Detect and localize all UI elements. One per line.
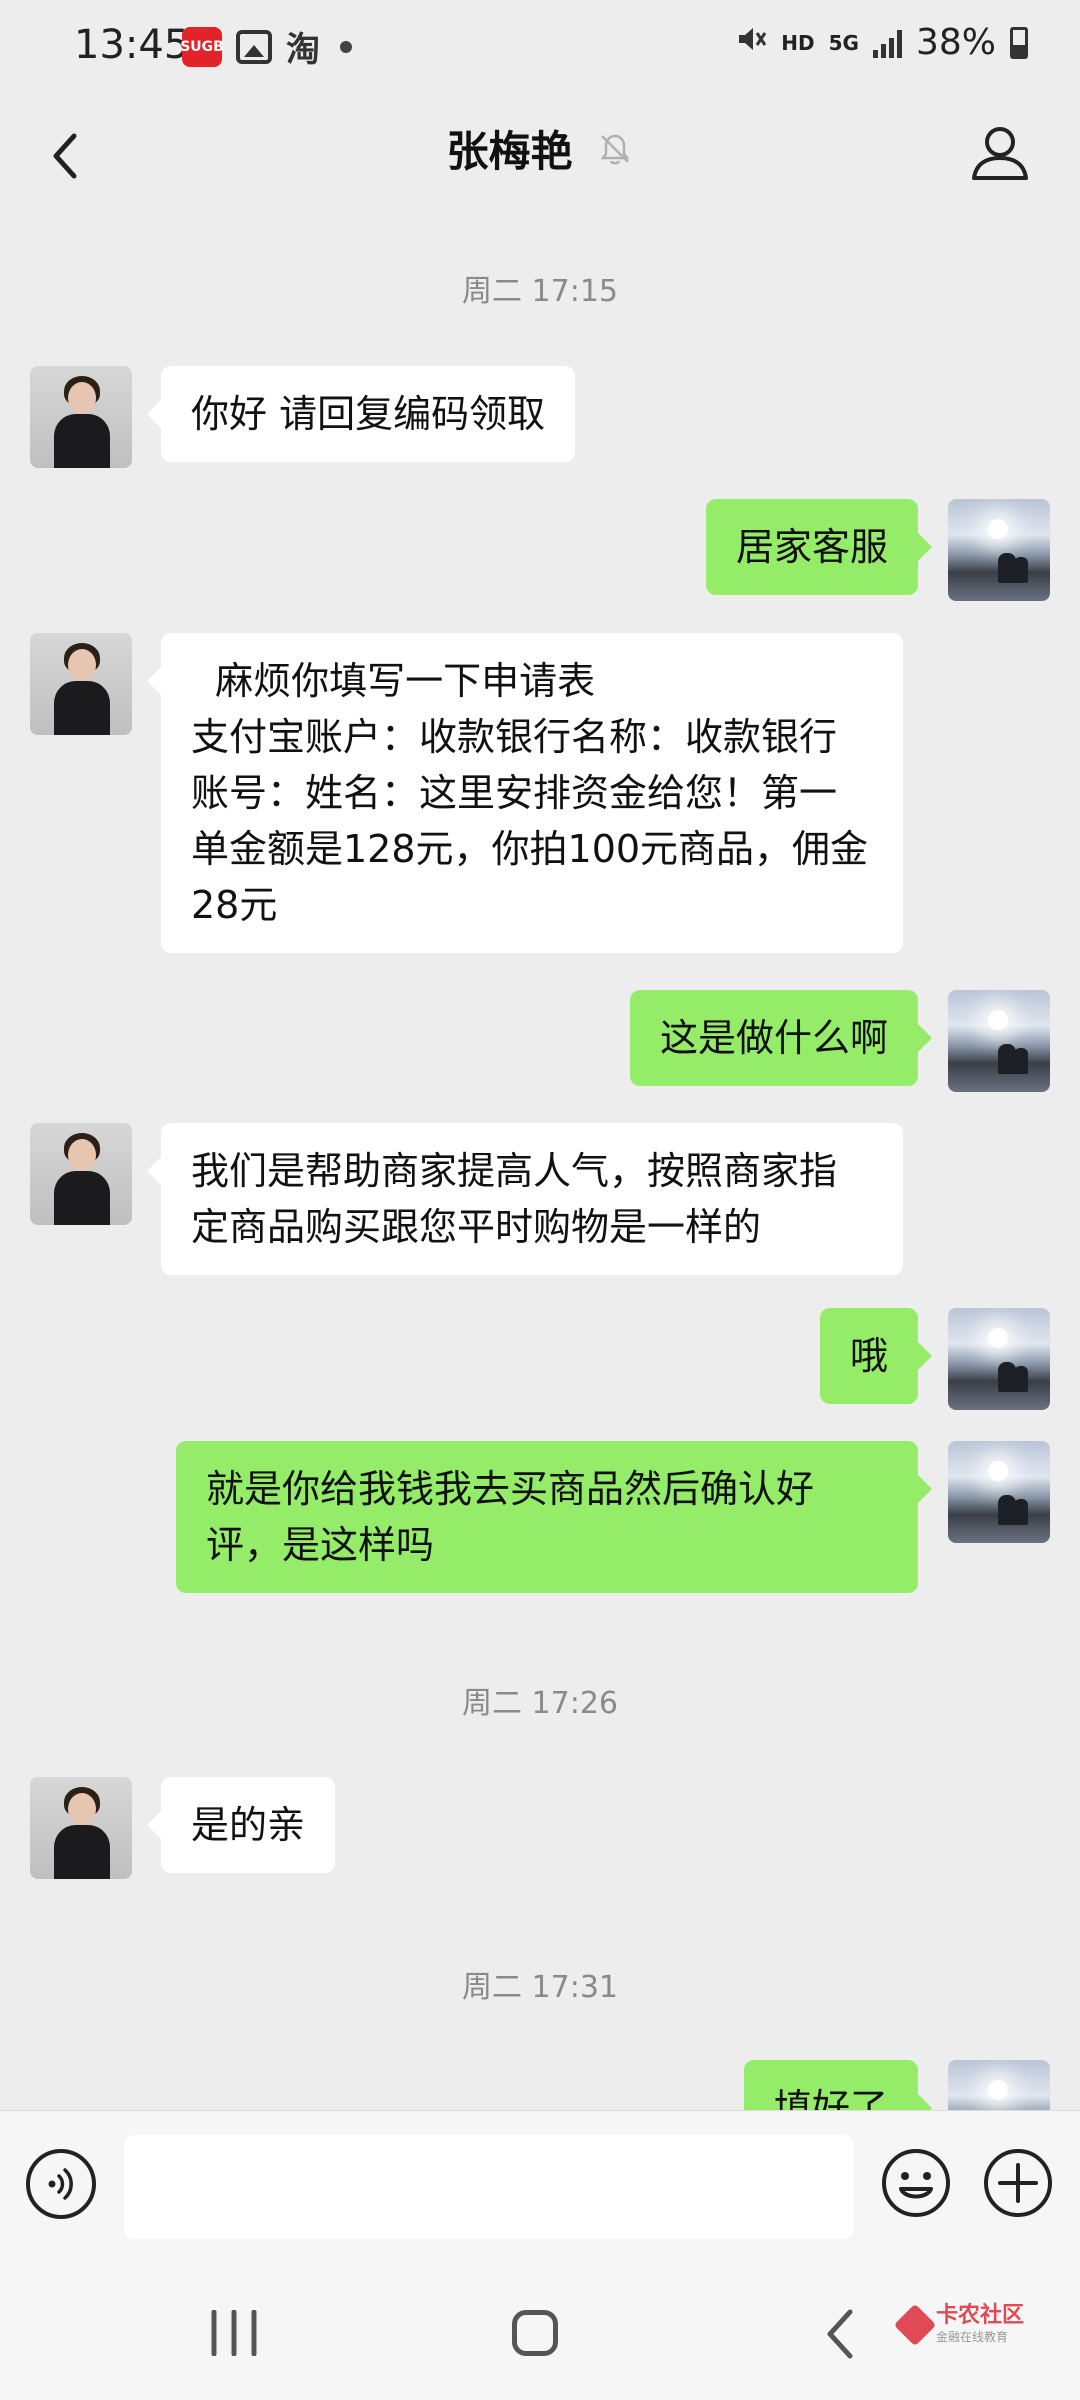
- profile-button[interactable]: [960, 114, 1040, 194]
- contact-avatar[interactable]: [30, 1123, 132, 1225]
- home-button[interactable]: [512, 2310, 558, 2356]
- network-indicator: 5G: [828, 30, 859, 55]
- app-notification-icon: SUGB: [180, 26, 224, 67]
- my-avatar[interactable]: [948, 990, 1050, 1092]
- recents-button[interactable]: [206, 2309, 262, 2357]
- title-wrap: 张梅艳: [0, 118, 1080, 179]
- message-bubble-received[interactable]: 我们是帮助商家提高人气，按照商家指定商品购买跟您平时购物是一样的: [147, 1123, 903, 1275]
- signal-icon: [872, 28, 902, 58]
- watermark: 卡农社区 金融在线教育: [893, 2303, 1025, 2346]
- message-bubble-sent[interactable]: 填好了: [743, 2060, 933, 2110]
- bell-off-icon: [600, 134, 630, 164]
- message-bubble-sent[interactable]: 居家客服: [705, 499, 933, 595]
- battery-icon: [1010, 26, 1028, 59]
- page-title: 张梅艳: [446, 127, 573, 176]
- person-icon: [972, 127, 1028, 180]
- my-avatar[interactable]: [948, 499, 1050, 601]
- hd-indicator: HD: [781, 30, 815, 55]
- recents-icon: [211, 2309, 257, 2357]
- message-input[interactable]: [124, 2135, 854, 2239]
- status-notification-icons: SUGB 淘: [180, 22, 352, 71]
- timestamp: 周二 17:31: [462, 1970, 618, 2005]
- contact-avatar[interactable]: [30, 366, 132, 468]
- system-back-button[interactable]: [820, 2306, 860, 2362]
- watermark-logo-icon: [893, 2303, 937, 2346]
- contact-avatar[interactable]: [30, 633, 132, 735]
- title-bar: 张梅艳: [0, 96, 1080, 236]
- mute-icon: [735, 23, 767, 63]
- my-avatar[interactable]: [948, 1441, 1050, 1543]
- message-bubble-sent[interactable]: 哦: [819, 1308, 933, 1404]
- voice-icon: [48, 2168, 73, 2200]
- chat-messages[interactable]: 周二 17:15 你好 请回复编码领取 居家客服 麻烦你填写一下申请表 支付宝账…: [0, 236, 1080, 2110]
- message-bubble-received[interactable]: 麻烦你填写一下申请表 支付宝账户：收款银行名称：收款银行账号：姓名：这里安排资金…: [147, 633, 903, 953]
- input-bar: [0, 2110, 1080, 2261]
- system-nav-bar: 卡农社区 金融在线教育: [0, 2260, 1080, 2400]
- timestamp: 周二 17:15: [462, 274, 618, 309]
- gallery-icon: [236, 29, 272, 64]
- more-notifications-dot-icon: [340, 40, 352, 53]
- voice-button[interactable]: [26, 2149, 96, 2219]
- status-time: 13:45: [74, 22, 190, 68]
- my-avatar[interactable]: [948, 1308, 1050, 1410]
- add-button[interactable]: [982, 2147, 1054, 2219]
- message-bubble-received[interactable]: 你好 请回复编码领取: [146, 366, 576, 462]
- contact-avatar[interactable]: [30, 1777, 132, 1879]
- battery-percent: 38%: [915, 22, 996, 63]
- taobao-icon: 淘: [286, 30, 320, 70]
- my-avatar[interactable]: [948, 2060, 1050, 2110]
- watermark-subtext: 金融在线教育: [936, 2330, 1009, 2344]
- message-bubble-sent[interactable]: 就是你给我钱我去买商品然后确认好评，是这样吗: [176, 1441, 932, 1593]
- chevron-left-icon: [827, 2309, 853, 2359]
- watermark-text: 卡农社区: [936, 2303, 1025, 2328]
- message-bubble-received[interactable]: 是的亲: [146, 1777, 336, 1873]
- timestamp: 周二 17:26: [462, 1686, 618, 1721]
- plus-circle-icon: [984, 2149, 1052, 2217]
- emoji-button[interactable]: [880, 2147, 952, 2219]
- status-system-icons: HD 5G 38%: [735, 22, 1028, 63]
- status-bar: 13:45 SUGB 淘 HD 5G 38%: [0, 0, 1080, 96]
- message-bubble-sent[interactable]: 这是做什么啊: [629, 990, 933, 1086]
- smiley-icon: [882, 2149, 950, 2217]
